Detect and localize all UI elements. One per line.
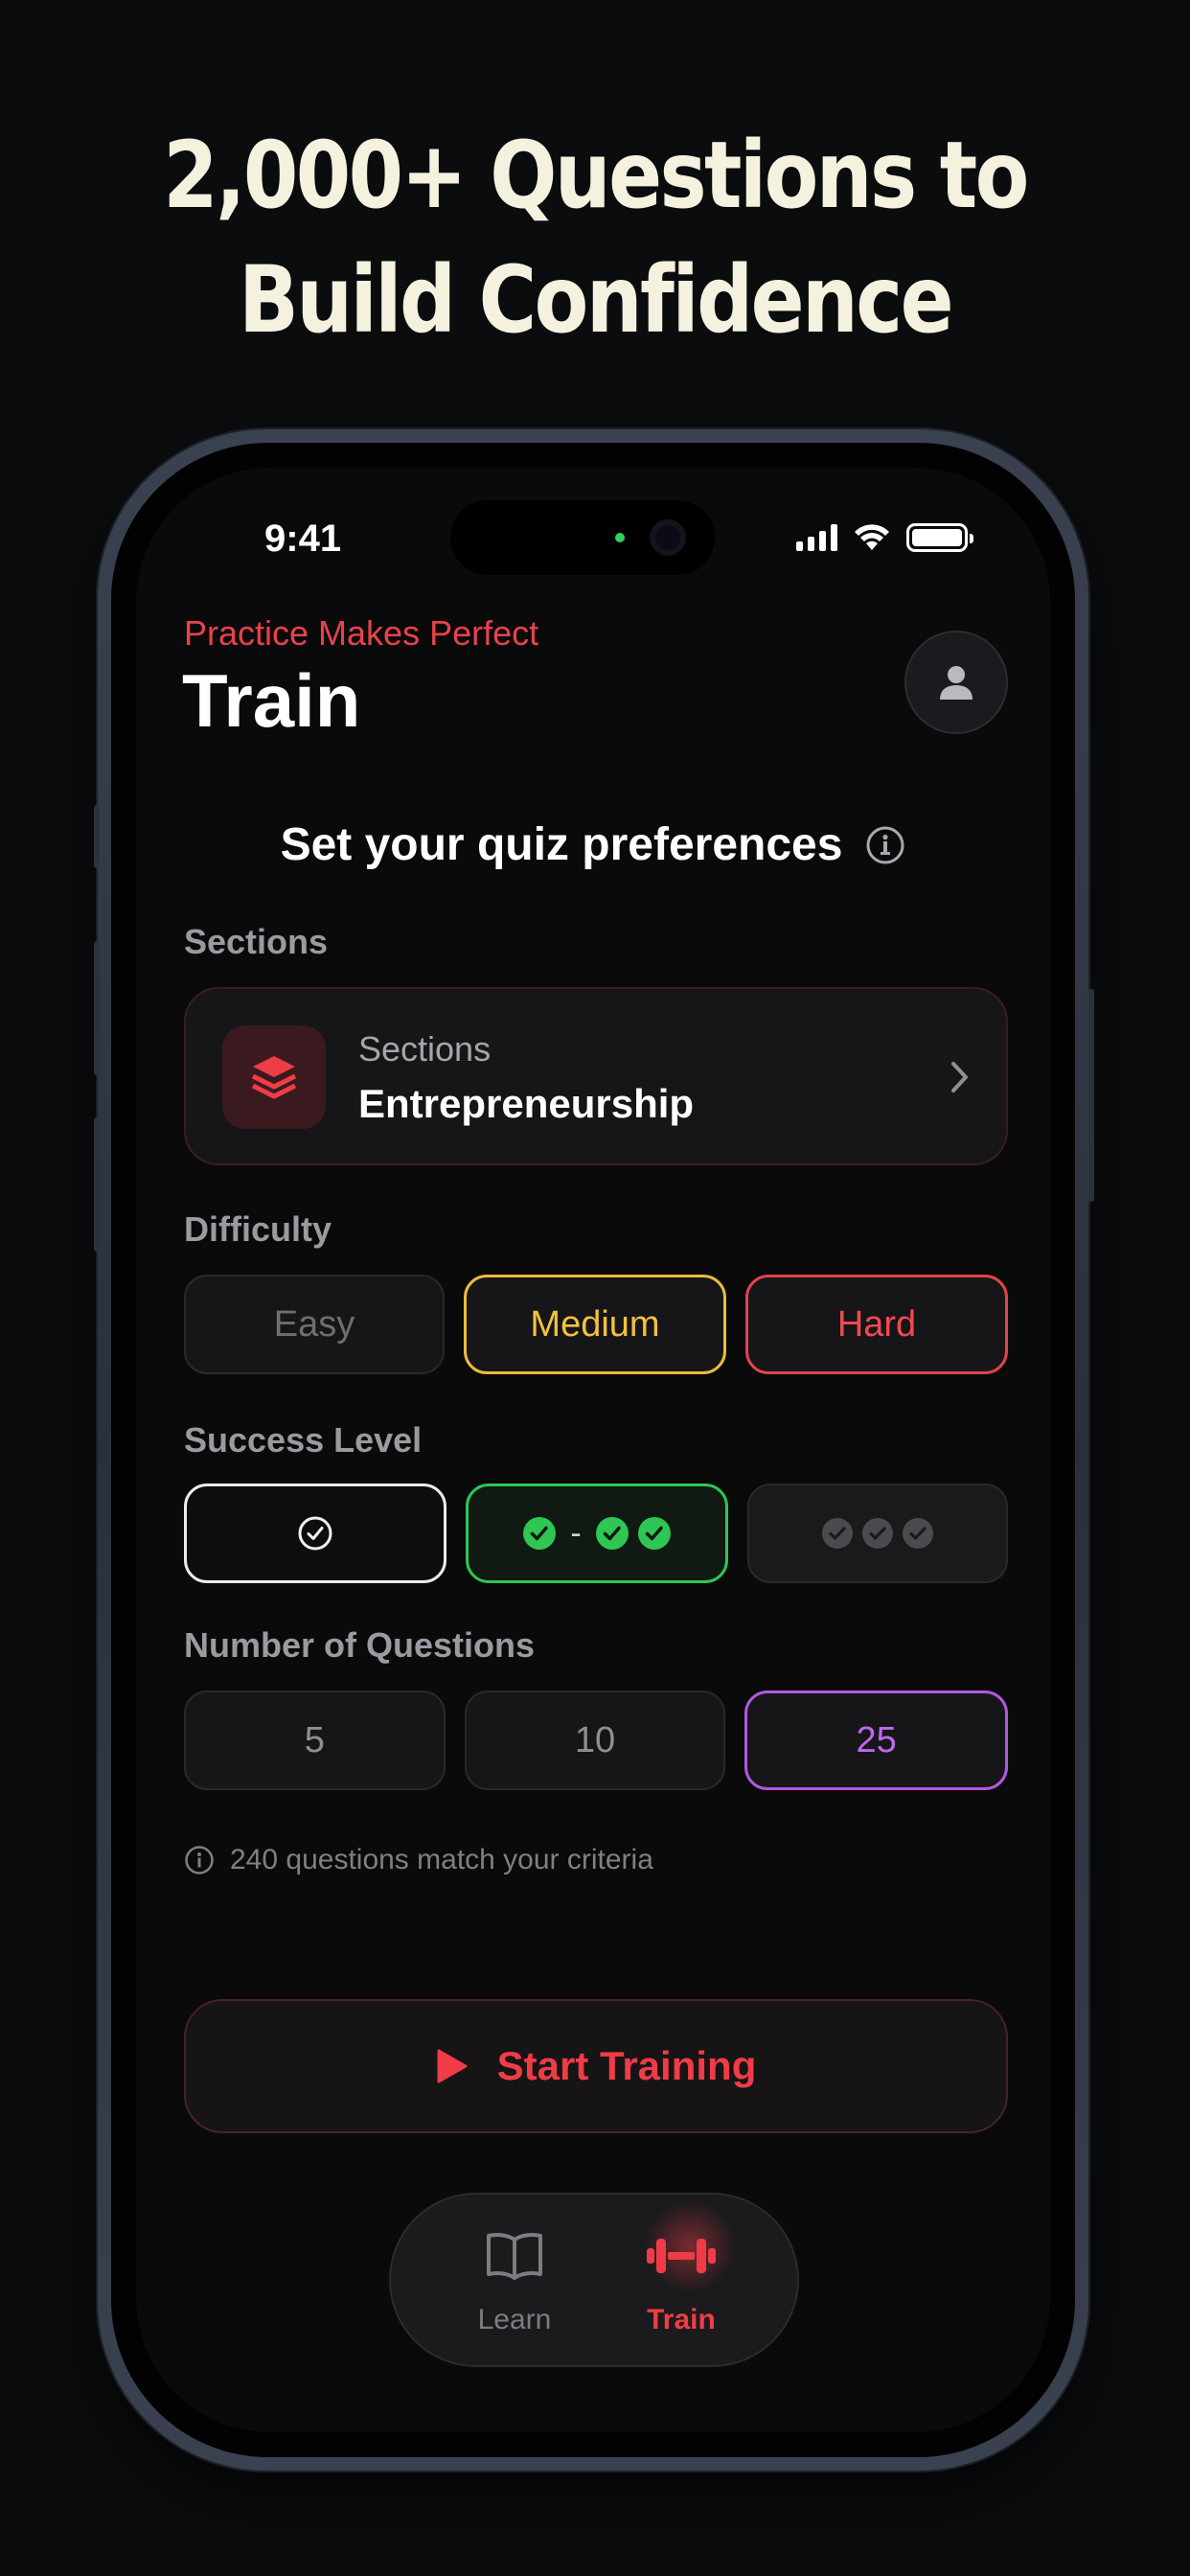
sections-selector[interactable]: Sections Entrepreneurship: [184, 987, 1008, 1165]
info-circle-icon: [185, 1846, 214, 1874]
cellular-signal-icon: [796, 524, 837, 551]
tab-learn-label: Learn: [477, 2304, 552, 2335]
battery-icon: [906, 523, 973, 552]
criteria-text: 240 questions match your criteria: [230, 1844, 653, 1875]
check-gray-icon: [822, 1518, 853, 1549]
side-button-power: [1088, 989, 1094, 1202]
person-icon: [940, 666, 973, 700]
difficulty-easy-button[interactable]: Easy: [184, 1275, 445, 1374]
success-level-label: Success Level: [184, 1420, 423, 1460]
preferences-heading-text: Set your quiz preferences: [280, 819, 843, 870]
tab-bar: Learn Train: [389, 2193, 799, 2367]
questions-25-button[interactable]: 25: [744, 1690, 1009, 1790]
success-level-options: -: [184, 1484, 1008, 1583]
wifi-icon: [855, 524, 889, 550]
check-green-icon: [637, 1517, 671, 1550]
status-icons: [796, 523, 973, 552]
questions-count-label: Number of Questions: [184, 1625, 536, 1665]
check-green-icon: [523, 1517, 557, 1550]
start-training-button[interactable]: Start Training: [184, 1999, 1008, 2133]
tab-train-label: Train: [647, 2304, 716, 2335]
layers-icon: [222, 1025, 326, 1129]
preferences-heading: Set your quiz preferences: [136, 818, 1050, 871]
headline-line-2: Build Confidence: [239, 246, 954, 354]
sections-selected-value: Entrepreneurship: [358, 1081, 695, 1126]
sections-card-subtitle: Sections: [358, 1029, 492, 1069]
tab-learn[interactable]: Learn: [443, 2221, 586, 2336]
camera-icon: [650, 519, 686, 556]
check-gray-icon: [903, 1518, 933, 1549]
play-icon: [437, 2049, 468, 2083]
privacy-indicator-dot: [615, 533, 625, 542]
book-icon: [487, 2233, 542, 2280]
profile-button[interactable]: [904, 631, 1008, 734]
side-button-action: [94, 805, 100, 868]
difficulty-medium-button[interactable]: Medium: [464, 1275, 726, 1374]
questions-count-options: 5 10 25: [184, 1690, 1009, 1790]
start-training-label: Start Training: [496, 2043, 757, 2088]
success-level-partial-button[interactable]: -: [466, 1484, 728, 1583]
sections-label: Sections: [184, 922, 329, 961]
difficulty-label: Difficulty: [184, 1209, 332, 1249]
app-screen: 9:41 Practice Makes Perfect Train Set yo…: [136, 468, 1050, 2432]
success-level-any-button[interactable]: [184, 1484, 446, 1583]
dumbbell-icon: [647, 2239, 716, 2273]
check-circle-outline-icon: [298, 1516, 332, 1551]
headline-line-1: 2,000+ Questions to: [163, 122, 1029, 229]
chevron-right-icon: [951, 1062, 968, 1092]
range-dash: -: [570, 1514, 582, 1552]
check-green-icon: [595, 1517, 629, 1550]
page-title: Train: [182, 658, 361, 743]
header-eyebrow: Practice Makes Perfect: [184, 613, 539, 653]
check-gray-icon: [862, 1518, 893, 1549]
marketing-headline: 2,000+ Questions to Build Confidence: [83, 113, 1107, 362]
dynamic-island: [450, 500, 715, 575]
side-button-volume-down: [94, 1117, 100, 1252]
difficulty-options: Easy Medium Hard: [184, 1275, 1008, 1374]
info-circle-icon[interactable]: [865, 825, 905, 865]
criteria-note: 240 questions match your criteria: [184, 1844, 653, 1876]
tab-train[interactable]: Train: [609, 2221, 753, 2336]
difficulty-hard-button[interactable]: Hard: [745, 1275, 1008, 1374]
questions-10-button[interactable]: 10: [464, 1690, 726, 1790]
success-level-mastered-button[interactable]: [747, 1484, 1008, 1583]
questions-5-button[interactable]: 5: [184, 1690, 446, 1790]
status-time: 9:41: [264, 518, 342, 560]
side-button-volume-up: [94, 941, 100, 1075]
